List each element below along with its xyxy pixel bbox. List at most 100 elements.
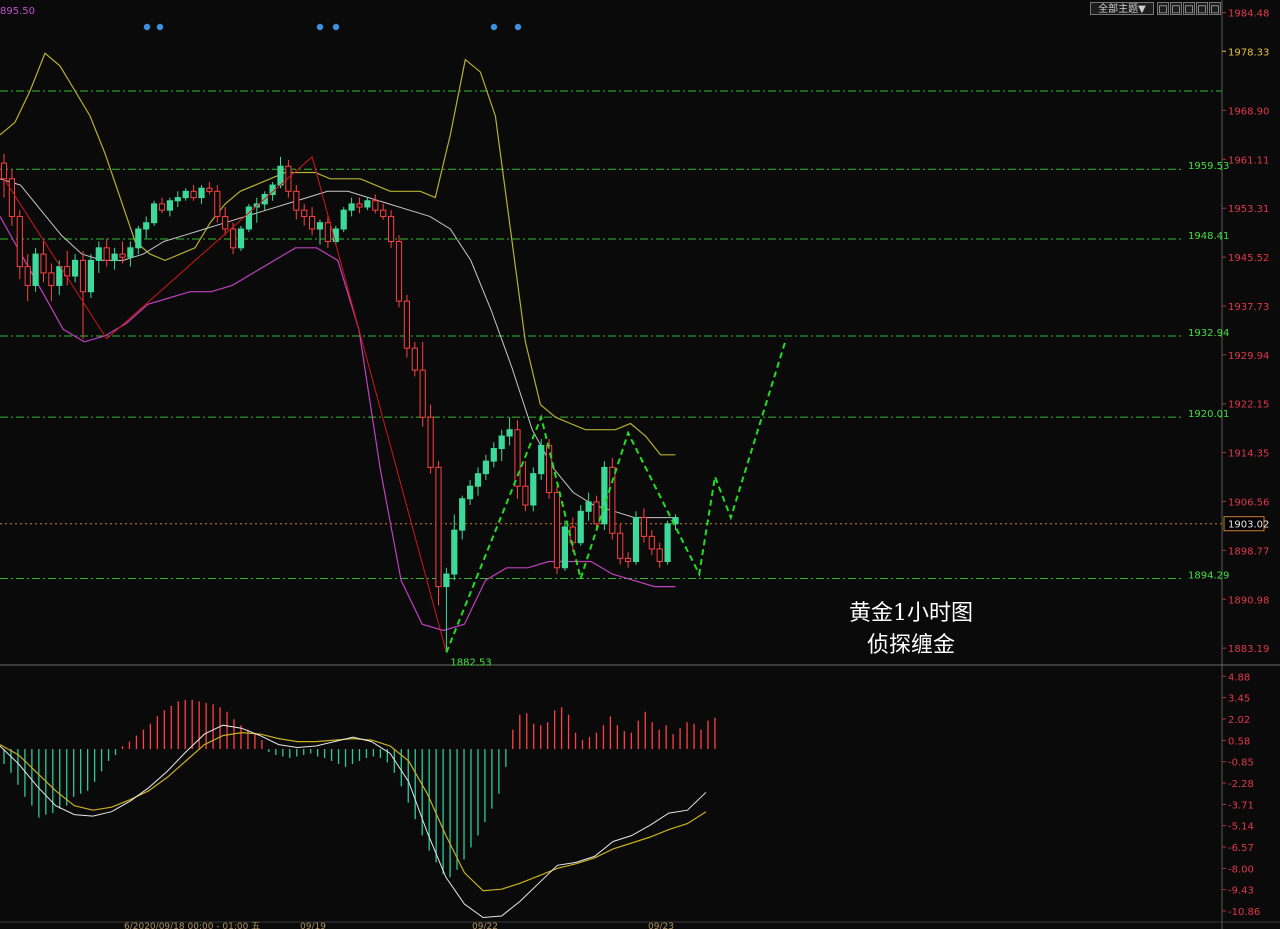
macd-tick-label: 0.58 xyxy=(1228,736,1250,747)
candle-body xyxy=(111,253,118,261)
candle-body xyxy=(411,347,418,371)
top-left-price-label: 895.50 xyxy=(0,6,35,17)
candle-body xyxy=(24,266,31,286)
caption-line-1: 黄金1小时图 xyxy=(849,601,973,626)
candle-body xyxy=(332,228,339,243)
candle-body xyxy=(48,272,55,286)
macd-tick-label: -8.00 xyxy=(1228,864,1254,875)
chart-canvas[interactable]: 1984.48 1968.90 1961.11 1953.31 1945.52 1937.… xyxy=(0,0,1280,929)
candle-body xyxy=(364,200,371,208)
candle-body xyxy=(237,228,245,249)
candle-body xyxy=(538,444,545,475)
price-tick-label: 1898.77 xyxy=(1228,546,1269,557)
candle-body xyxy=(206,187,213,192)
price-tick-label: 1961.11 xyxy=(1228,155,1269,166)
candle-body xyxy=(135,228,142,249)
candle-body xyxy=(601,466,608,525)
time-axis-label: 09/22 xyxy=(472,922,498,929)
candle-body xyxy=(316,222,324,230)
level-label: 1959.53 xyxy=(1188,161,1229,172)
toolbar-button-2[interactable]: □ xyxy=(1170,2,1182,15)
candle-body xyxy=(609,466,616,534)
candle-body xyxy=(648,535,655,550)
candle-body xyxy=(166,200,174,211)
price-tick-label: 1945.52 xyxy=(1228,253,1269,264)
candle-body xyxy=(79,259,87,293)
candle-body xyxy=(182,190,189,199)
candle-body xyxy=(151,203,158,224)
highlight-price-label: 1978.33 xyxy=(1228,47,1269,58)
candle-body xyxy=(127,247,134,258)
candle-body xyxy=(585,501,592,512)
candle-body xyxy=(474,473,482,487)
price-tick-label: 1937.73 xyxy=(1228,302,1269,313)
candle-body xyxy=(8,178,15,217)
candle-body xyxy=(656,548,663,562)
macd-tick-label: -0.85 xyxy=(1228,758,1254,769)
candle-body xyxy=(435,466,442,588)
macd-tick-label: 2.02 xyxy=(1228,715,1250,726)
candle-body xyxy=(174,197,181,202)
low-price-label: 1882.53 xyxy=(450,657,491,668)
signal-dot xyxy=(514,23,522,31)
time-axis-label: 6/2020/09/18 00:00 - 01:00 五 xyxy=(124,922,260,929)
level-label: 1932.94 xyxy=(1188,328,1229,339)
candle-body xyxy=(427,416,434,468)
candle-body xyxy=(395,241,403,302)
macd-tick-label: -9.43 xyxy=(1228,886,1254,897)
candle-body xyxy=(309,215,316,230)
candle-body xyxy=(530,473,537,506)
candle-body xyxy=(617,532,624,559)
macd-tick-label: -5.14 xyxy=(1228,822,1254,833)
candle-body xyxy=(56,266,63,286)
price-tick-label: 1883.19 xyxy=(1228,644,1269,655)
candle-body xyxy=(293,190,300,211)
price-tick-label: 1953.31 xyxy=(1228,204,1269,215)
macd-tick-label: 4.88 xyxy=(1228,672,1250,683)
caption-line-2: 侦探缠金 xyxy=(866,633,955,658)
toolbar-button-3[interactable]: □ xyxy=(1183,2,1195,15)
macd-tick-label: 3.45 xyxy=(1228,694,1250,705)
candle-body xyxy=(451,529,458,575)
level-label: 1948.41 xyxy=(1188,231,1229,242)
candle-body xyxy=(482,460,489,475)
candle-body xyxy=(0,162,8,180)
macd-tick-label: -2.28 xyxy=(1228,779,1254,790)
toolbar-button-1[interactable]: □ xyxy=(1157,2,1169,15)
signal-dot xyxy=(143,23,151,31)
candle-body xyxy=(119,253,126,258)
chart-caption: 黄金1小时图 侦探缠金 xyxy=(830,598,992,662)
candle-body xyxy=(372,200,379,211)
candle-body xyxy=(356,203,363,208)
candle-body xyxy=(103,247,110,261)
candle-body xyxy=(498,435,505,450)
candle-body xyxy=(16,215,23,268)
macd-tick-label: -6.57 xyxy=(1228,843,1254,854)
time-axis-label: 09/19 xyxy=(300,922,326,929)
candle-body xyxy=(490,448,497,462)
toolbar-button-5[interactable]: □ xyxy=(1209,2,1221,15)
candle-body xyxy=(222,215,229,230)
candle-body xyxy=(380,209,387,217)
candle-body xyxy=(87,259,95,293)
candle-body xyxy=(419,369,426,418)
price-tick-label: 1906.56 xyxy=(1228,498,1269,509)
time-axis-label: 09/23 xyxy=(648,922,674,929)
candle-body xyxy=(561,526,568,569)
candle-body xyxy=(514,429,521,487)
theme-menu-button[interactable]: 全部主题▼ xyxy=(1090,2,1154,15)
level-label: 1894.29 xyxy=(1188,570,1229,581)
candle-body xyxy=(577,510,584,544)
signal-dot xyxy=(332,23,340,31)
candle-body xyxy=(214,190,221,217)
candle-body xyxy=(625,557,632,562)
candle-body xyxy=(593,501,600,525)
toolbar-button-4[interactable]: □ xyxy=(1196,2,1208,15)
candle-body xyxy=(522,485,529,506)
candle-body xyxy=(198,187,205,199)
candle-body xyxy=(190,190,197,199)
candle-body xyxy=(245,206,253,230)
candle-body xyxy=(388,215,395,243)
candle-body xyxy=(467,485,474,500)
candle-body xyxy=(546,444,553,493)
